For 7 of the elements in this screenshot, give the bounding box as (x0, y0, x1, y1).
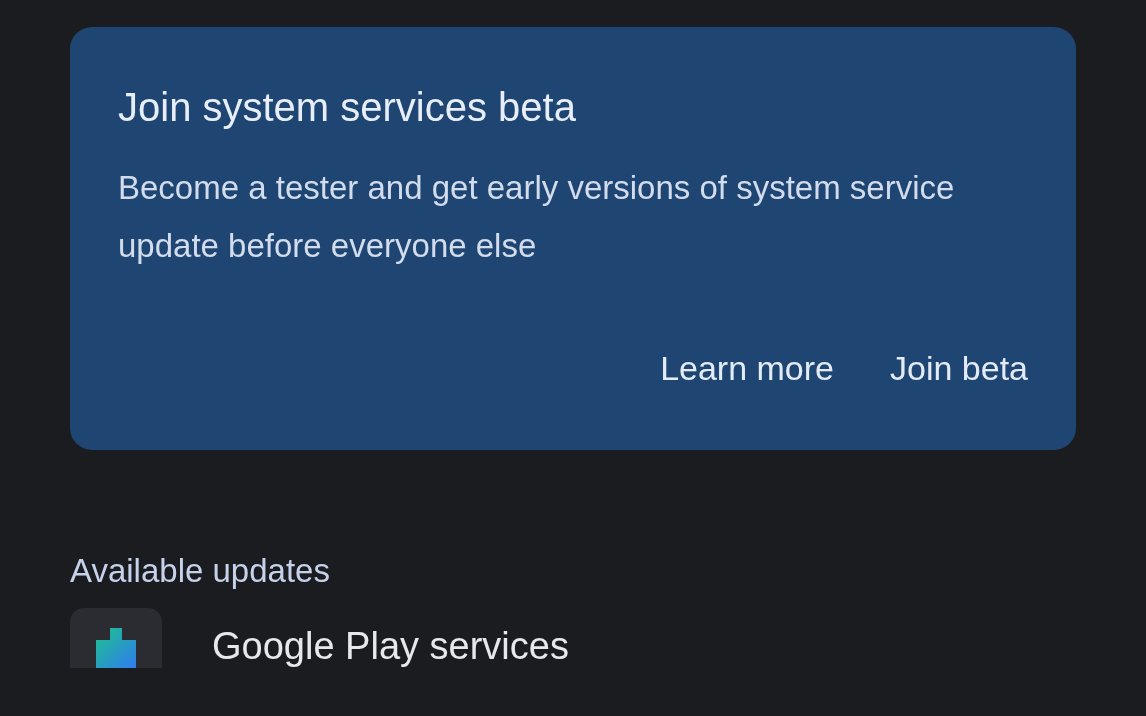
text-button[interactable]: Learn more (652, 339, 842, 398)
app-name: Google Play services (212, 623, 569, 668)
text-button[interactable]: Join beta (882, 339, 1036, 398)
section-heading: Available updates (70, 551, 331, 591)
card-title: Join system services beta (118, 84, 577, 131)
card-description: Become a tester and get early versions of system service update before everyone else (118, 168, 956, 266)
app-icon (70, 607, 162, 668)
